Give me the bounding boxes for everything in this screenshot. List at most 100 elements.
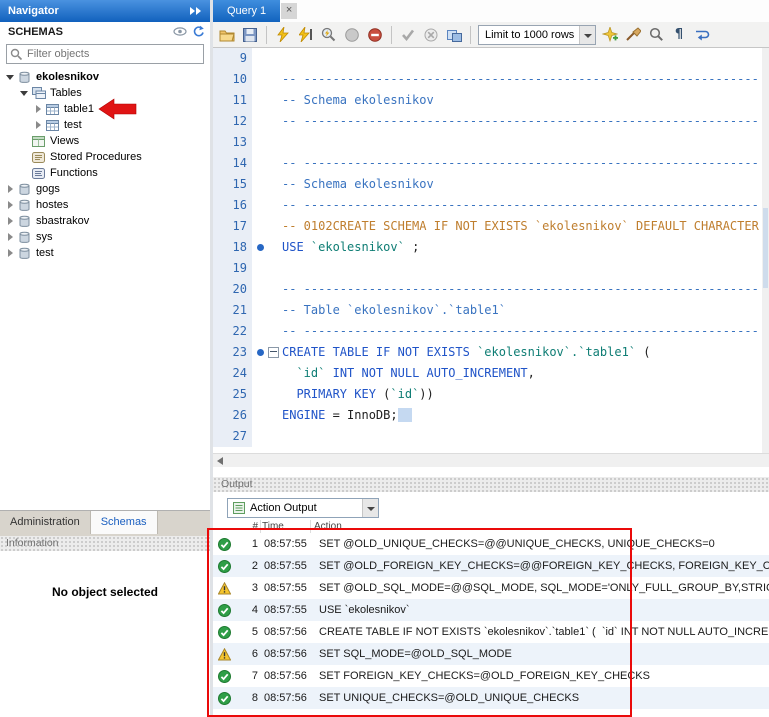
- close-tab-icon[interactable]: ×: [281, 3, 297, 19]
- line-markers: [252, 279, 282, 300]
- information-header-label: Information: [6, 537, 59, 549]
- panel-menu-icon[interactable]: [188, 6, 204, 16]
- output-view-dropdown[interactable]: Action Output: [227, 498, 379, 518]
- collapse-arrow-icon[interactable]: [20, 89, 29, 98]
- tree-item-label: gogs: [36, 183, 60, 195]
- expand-arrow-icon[interactable]: [6, 185, 15, 194]
- commit-button[interactable]: [399, 26, 417, 44]
- warning-icon: [218, 648, 234, 661]
- output-row-time: 08:57:55: [262, 538, 314, 550]
- line-code: -- -------------------------------------…: [282, 321, 769, 342]
- tree-item-label: Tables: [50, 87, 82, 99]
- column-header-index: #: [213, 520, 261, 533]
- sql-editor[interactable]: 910-- ----------------------------------…: [213, 48, 769, 453]
- tab-query-1[interactable]: Query 1: [213, 0, 280, 22]
- open-script-button[interactable]: [218, 26, 236, 44]
- editor-line: 23CREATE TABLE IF NOT EXISTS `ekolesniko…: [213, 342, 769, 363]
- expand-arrow-icon[interactable]: [34, 121, 43, 130]
- collapse-arrow-icon[interactable]: [6, 73, 15, 82]
- tree-item-hostes[interactable]: hostes: [0, 197, 210, 213]
- beautify-script-button[interactable]: [601, 26, 619, 44]
- line-number: 17: [213, 216, 252, 237]
- tree-item-stored-procedures[interactable]: Stored Procedures: [0, 149, 210, 165]
- output-row[interactable]: 608:57:56SET SQL_MODE=@OLD_SQL_MODE: [213, 643, 769, 665]
- statement-marker-icon: [257, 349, 264, 356]
- output-row[interactable]: 408:57:55USE `ekolesnikov`: [213, 599, 769, 621]
- toggle-autocommit-button[interactable]: [445, 26, 463, 44]
- line-markers: [252, 321, 282, 342]
- output-row-action: CREATE TABLE IF NOT EXISTS `ekolesnikov`…: [314, 626, 769, 638]
- output-row[interactable]: 108:57:55SET @OLD_UNIQUE_CHECKS=@@UNIQUE…: [213, 533, 769, 555]
- expand-arrow-icon[interactable]: [6, 233, 15, 242]
- toggle-invisible-chars-icon[interactable]: ¶: [670, 26, 688, 44]
- chevron-down-icon[interactable]: [362, 499, 378, 517]
- code-token: [282, 366, 296, 380]
- output-row-time: 08:57:55: [262, 582, 314, 594]
- tree-item-test[interactable]: test: [0, 245, 210, 261]
- execute-current-statement-button[interactable]: [297, 26, 315, 44]
- code-token: [398, 408, 412, 422]
- tree-item-sbastrakov[interactable]: sbastrakov: [0, 213, 210, 229]
- toggle-stop-on-error-button[interactable]: [366, 26, 384, 44]
- toggle-word-wrap-icon[interactable]: [693, 26, 711, 44]
- code-token: [470, 345, 477, 359]
- code-token: [282, 387, 296, 401]
- stop-button[interactable]: [343, 26, 361, 44]
- tree-item-test[interactable]: test: [0, 117, 210, 133]
- save-script-button[interactable]: [241, 26, 259, 44]
- editor-tabstrip: Query 1 ×: [213, 0, 769, 22]
- tree-item-functions[interactable]: Functions: [0, 165, 210, 181]
- editor-line: 15-- Schema ekolesnikov: [213, 174, 769, 195]
- limit-rows-dropdown[interactable]: Limit to 1000 rows: [478, 25, 596, 45]
- eye-icon[interactable]: [173, 25, 187, 45]
- editor-horizontal-scrollbar[interactable]: [213, 453, 769, 467]
- output-row[interactable]: 508:57:56CREATE TABLE IF NOT EXISTS `eko…: [213, 621, 769, 643]
- tab-schemas[interactable]: Schemas: [91, 511, 158, 534]
- expand-arrow-icon[interactable]: [6, 217, 15, 226]
- tree-item-sys[interactable]: sys: [0, 229, 210, 245]
- line-number: 9: [213, 48, 252, 69]
- fold-collapse-icon[interactable]: [268, 347, 279, 358]
- find-icon[interactable]: [647, 26, 665, 44]
- schema-icon: [18, 231, 33, 244]
- refresh-icon[interactable]: [191, 25, 205, 45]
- code-token: -- 0102CREATE SCHEMA IF NOT EXISTS `ekol…: [282, 219, 769, 233]
- line-number: 27: [213, 426, 252, 447]
- tree-item-views[interactable]: Views: [0, 133, 210, 149]
- success-icon: [218, 604, 234, 617]
- output-row[interactable]: 208:57:55SET @OLD_FOREIGN_KEY_CHECKS=@@F…: [213, 555, 769, 577]
- line-code: -- Schema ekolesnikov: [282, 174, 769, 195]
- clean-editor-button[interactable]: [624, 26, 642, 44]
- output-row[interactable]: 308:57:55SET @OLD_SQL_MODE=@@SQL_MODE, S…: [213, 577, 769, 599]
- tree-item-table1[interactable]: table1: [0, 101, 210, 117]
- tree-item-gogs[interactable]: gogs: [0, 181, 210, 197]
- filter-objects-input[interactable]: [7, 47, 203, 61]
- explain-button[interactable]: [320, 26, 338, 44]
- output-row-action: USE `ekolesnikov`: [314, 604, 769, 616]
- editor-line: 10-- -----------------------------------…: [213, 69, 769, 90]
- output-row[interactable]: 708:57:56SET FOREIGN_KEY_CHECKS=@OLD_FOR…: [213, 665, 769, 687]
- line-code: `id` INT NOT NULL AUTO_INCREMENT,: [282, 363, 769, 384]
- rollback-button[interactable]: [422, 26, 440, 44]
- filter-row: [0, 42, 210, 66]
- tree-item-tables[interactable]: Tables: [0, 85, 210, 101]
- tab-administration[interactable]: Administration: [0, 511, 91, 534]
- line-markers: [252, 132, 282, 153]
- editor-line: 26ENGINE = InnoDB;: [213, 405, 769, 426]
- tree-item-label: Views: [50, 135, 79, 147]
- expand-arrow-icon[interactable]: [34, 105, 43, 114]
- output-row-action: SET @OLD_FOREIGN_KEY_CHECKS=@@FOREIGN_KE…: [314, 560, 769, 572]
- tree-item-label: hostes: [36, 199, 68, 211]
- chevron-down-icon[interactable]: [579, 26, 595, 44]
- scroll-left-icon[interactable]: [217, 457, 223, 465]
- execute-button[interactable]: [274, 26, 292, 44]
- success-icon: [218, 692, 234, 705]
- output-row[interactable]: 808:57:56SET UNIQUE_CHECKS=@OLD_UNIQUE_C…: [213, 687, 769, 709]
- editor-vertical-scrollbar[interactable]: [762, 48, 769, 453]
- line-code: ENGINE = InnoDB;: [282, 405, 769, 426]
- tree-item-label: table1: [64, 103, 94, 115]
- expand-arrow-icon[interactable]: [6, 249, 15, 258]
- tree-item-ekolesnikov[interactable]: ekolesnikov: [0, 69, 210, 85]
- line-markers: [252, 342, 282, 363]
- expand-arrow-icon[interactable]: [6, 201, 15, 210]
